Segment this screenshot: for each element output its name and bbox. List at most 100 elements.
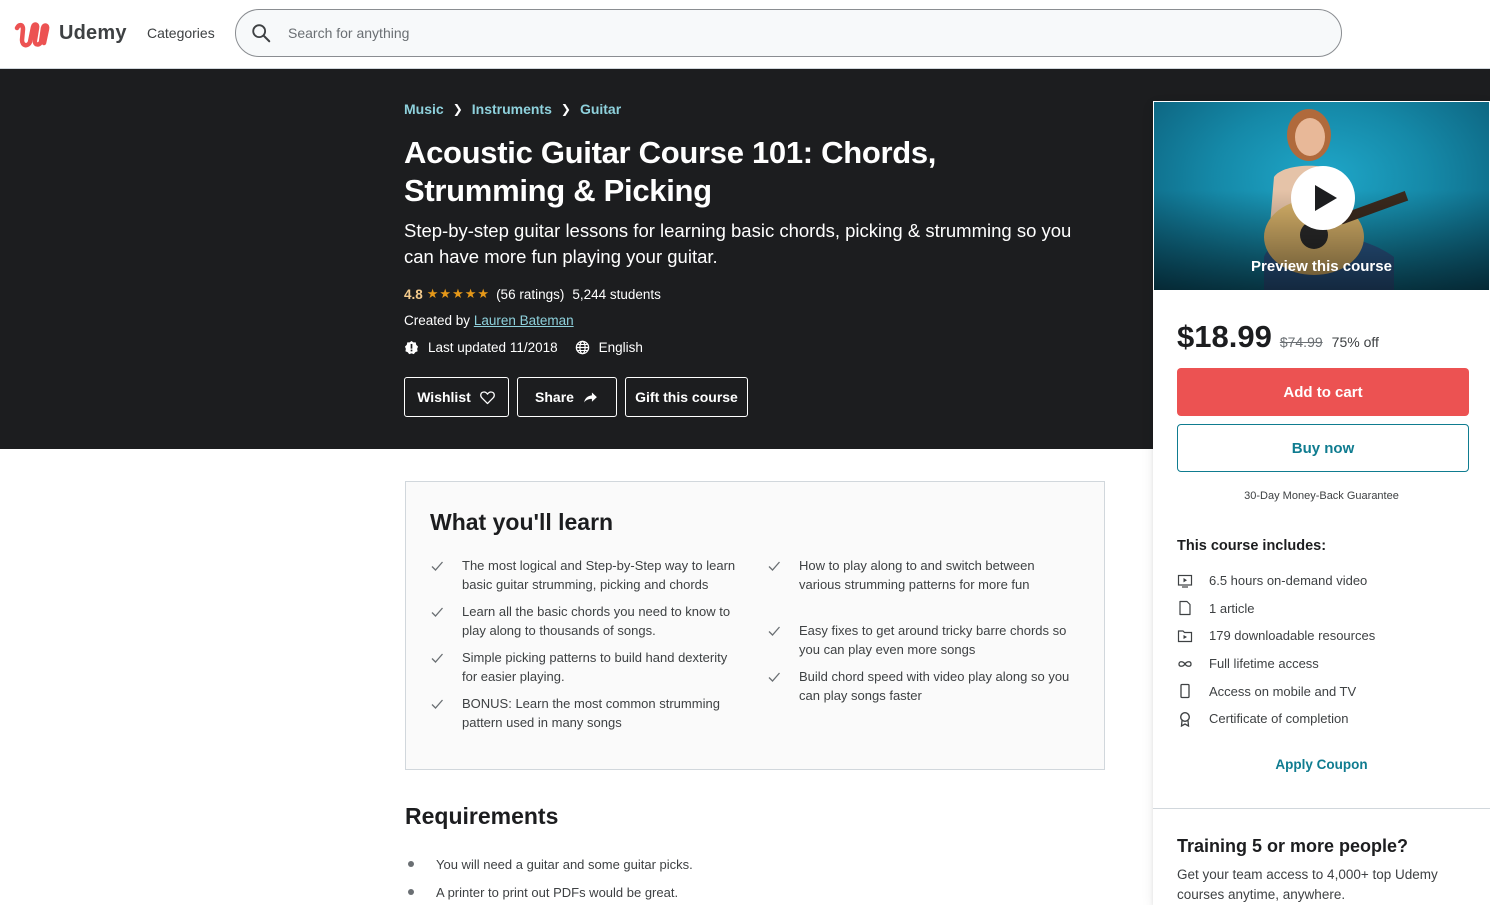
- breadcrumb-instruments[interactable]: Instruments: [472, 101, 552, 117]
- course-actions: Wishlist Share Gift this course: [404, 377, 748, 417]
- instructor-link[interactable]: Lauren Bateman: [474, 313, 574, 328]
- course-title: Acoustic Guitar Course 101: Chords, Stru…: [404, 135, 937, 208]
- check-icon: [431, 561, 443, 571]
- brand-name: Udemy: [59, 21, 127, 44]
- current-price: $18.99: [1177, 319, 1272, 354]
- last-updated: Last updated 11/2018: [404, 340, 558, 355]
- course-meta: Last updated 11/2018 English: [404, 340, 660, 355]
- course-preview-video[interactable]: Preview this course: [1153, 101, 1490, 291]
- include-item: Full lifetime access: [1177, 650, 1375, 678]
- check-icon: [768, 561, 780, 571]
- learn-item-text: Simple picking patterns to build hand de…: [462, 650, 728, 684]
- training-text: Get your team access to 4,000+ top Udemy…: [1177, 867, 1438, 902]
- search-icon[interactable]: [250, 22, 272, 44]
- article-icon: [1179, 601, 1191, 616]
- what-youll-learn: What you'll learn The most logical and S…: [405, 481, 1105, 770]
- includes-title: This course includes:: [1177, 538, 1327, 554]
- purchase-sidebar: Preview this course $18.99 $74.99 75% of…: [1153, 101, 1490, 905]
- udemy-logo-icon: [14, 22, 50, 48]
- course-subtitle: Step-by-step guitar lessons for learning…: [404, 220, 1072, 267]
- categories-menu[interactable]: Categories: [147, 25, 215, 41]
- check-icon: [768, 672, 780, 682]
- original-price: $74.99: [1279, 334, 1323, 350]
- learn-item: Simple picking patterns to build hand de…: [430, 648, 740, 686]
- learn-item: BONUS: Learn the most common strumming p…: [430, 694, 740, 732]
- requirements-title: Requirements: [405, 803, 559, 829]
- created-by-label: Created by: [404, 313, 471, 328]
- learn-item: Easy fixes to get around tricky barre ch…: [767, 621, 1077, 659]
- add-to-cart-button[interactable]: Add to cart: [1177, 368, 1469, 416]
- include-text: Full lifetime access: [1209, 656, 1319, 672]
- chevron-right-icon: ❯: [452, 102, 463, 116]
- include-text: Certificate of completion: [1209, 711, 1349, 727]
- rating-value: 4.8: [404, 286, 423, 302]
- learn-list-right: How to play along to and switch between …: [767, 556, 1077, 713]
- check-icon: [431, 607, 443, 617]
- top-nav: Udemy Categories: [0, 0, 1490, 69]
- search-bar[interactable]: [235, 9, 1342, 57]
- folder-download-icon: [1177, 630, 1193, 643]
- learn-item-text: Build chord speed with video play along …: [799, 669, 1070, 703]
- breadcrumb-guitar[interactable]: Guitar: [580, 101, 621, 117]
- rating-count[interactable]: (56 ratings): [496, 287, 564, 302]
- learn-item-text: Easy fixes to get around tricky barre ch…: [799, 623, 1067, 657]
- rating-row: 4.8 ★★★★★ (56 ratings) 5,244 students: [404, 286, 661, 302]
- learn-item: How to play along to and switch between …: [767, 556, 1077, 594]
- check-icon: [431, 653, 443, 663]
- play-button[interactable]: [1291, 166, 1355, 230]
- include-item: 6.5 hours on-demand video: [1177, 567, 1375, 595]
- buy-now-button[interactable]: Buy now: [1177, 424, 1469, 472]
- globe-icon: [575, 340, 589, 355]
- learn-item-text: Learn all the basic chords you need to k…: [462, 604, 731, 638]
- learn-item: The most logical and Step-by-Step way to…: [430, 556, 740, 594]
- include-text: 179 downloadable resources: [1209, 628, 1376, 644]
- includes-list: 6.5 hours on-demand video 1 article 179 …: [1177, 567, 1375, 733]
- check-icon: [768, 626, 780, 636]
- learn-item-text: The most logical and Step-by-Step way to…: [462, 558, 736, 592]
- learn-item: Build chord speed with video play along …: [767, 667, 1077, 705]
- bullet-icon: [408, 889, 414, 895]
- include-item: Access on mobile and TV: [1177, 677, 1375, 705]
- infinity-icon: [1178, 660, 1192, 667]
- udemy-logo[interactable]: Udemy: [13, 16, 127, 50]
- certificate-icon: [1179, 711, 1191, 727]
- requirement-text: You will need a guitar and some guitar p…: [436, 856, 693, 872]
- money-back-guarantee: 30-Day Money-Back Guarantee: [1244, 490, 1399, 502]
- learn-list-left: The most logical and Step-by-Step way to…: [430, 556, 740, 740]
- gift-course-button[interactable]: Gift this course: [625, 377, 748, 417]
- created-by: Created by Lauren Bateman: [404, 313, 574, 328]
- chevron-right-icon: ❯: [560, 102, 571, 116]
- include-item: Certificate of completion: [1177, 705, 1375, 733]
- bullet-icon: [408, 861, 414, 867]
- requirement-text: A printer to print out PDFs would be gre…: [436, 884, 679, 900]
- language-text: English: [598, 340, 643, 355]
- mobile-icon: [1180, 684, 1190, 699]
- student-count: 5,244 students: [572, 286, 661, 302]
- search-input[interactable]: [288, 25, 1288, 41]
- gift-label: Gift this course: [635, 389, 738, 405]
- section-divider: [1153, 808, 1490, 809]
- learn-item-text: BONUS: Learn the most common strumming p…: [462, 696, 720, 730]
- price-row: $18.99 $74.99 75% off: [1177, 319, 1379, 355]
- last-updated-text: Last updated 11/2018: [428, 340, 558, 355]
- learn-item: Learn all the basic chords you need to k…: [430, 602, 740, 640]
- language: English: [575, 340, 643, 355]
- alert-badge-icon: [404, 340, 419, 355]
- breadcrumb-music[interactable]: Music: [404, 101, 444, 117]
- apply-coupon-link[interactable]: Apply Coupon: [1153, 757, 1490, 772]
- share-arrow-icon: [584, 392, 597, 402]
- training-title: Training 5 or more people?: [1177, 836, 1409, 856]
- heart-icon: [479, 390, 495, 404]
- requirements-list: You will need a guitar and some guitar p…: [408, 850, 693, 905]
- check-icon: [431, 699, 443, 709]
- star-rating-icon: ★★★★★: [426, 286, 491, 301]
- wishlist-label: Wishlist: [417, 389, 471, 405]
- share-button[interactable]: Share: [517, 377, 617, 417]
- share-label: Share: [535, 389, 574, 405]
- include-item: 179 downloadable resources: [1177, 622, 1375, 650]
- discount-percent: 75% off: [1331, 334, 1379, 350]
- include-text: Access on mobile and TV: [1209, 683, 1357, 699]
- learn-title: What you'll learn: [430, 509, 614, 535]
- breadcrumb: Music ❯ Instruments ❯ Guitar: [404, 101, 621, 117]
- wishlist-button[interactable]: Wishlist: [404, 377, 509, 417]
